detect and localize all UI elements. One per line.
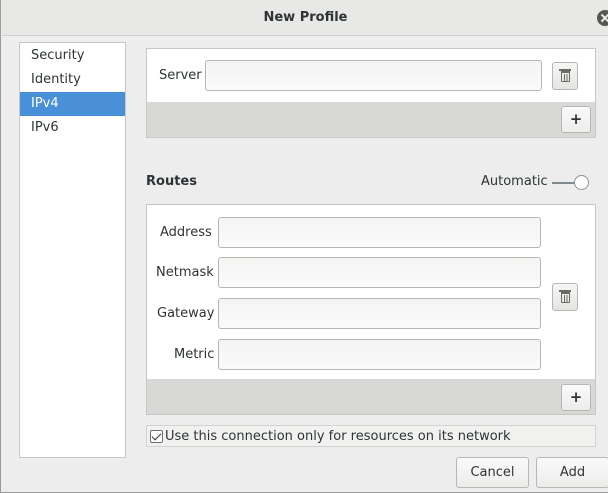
automatic-routes-switch[interactable]	[552, 174, 589, 192]
add-route-button[interactable]: +	[561, 384, 591, 411]
cancel-button[interactable]: Cancel	[456, 457, 529, 488]
only-local-resources-option[interactable]: Use this connection only for resources o…	[146, 425, 596, 447]
only-local-resources-checkbox[interactable]	[150, 430, 163, 443]
delete-server-button[interactable]	[552, 62, 578, 90]
sidebar-item-identity[interactable]: Identity	[20, 68, 125, 92]
sidebar-item-ipv6[interactable]: IPv6	[20, 116, 125, 140]
delete-route-button[interactable]	[552, 283, 578, 311]
trash-icon	[559, 290, 571, 303]
automatic-label: Automatic	[481, 174, 548, 189]
server-label: Server	[159, 68, 202, 83]
dns-toolbar	[146, 102, 596, 138]
netmask-label: Netmask	[156, 265, 214, 280]
sidebar-item-ipv4[interactable]: IPv4	[20, 92, 125, 116]
sidebar-item-security[interactable]: Security	[20, 44, 125, 68]
netmask-input[interactable]	[218, 257, 541, 288]
switch-knob[interactable]	[574, 175, 589, 190]
close-icon[interactable]	[597, 10, 608, 26]
add-button[interactable]: Add	[536, 457, 608, 488]
server-input[interactable]	[205, 60, 542, 91]
gateway-label: Gateway	[157, 306, 215, 321]
dialog-title: New Profile	[263, 10, 348, 25]
metric-input[interactable]	[218, 339, 541, 370]
title-bar: New Profile	[2, 0, 608, 36]
routes-toolbar	[146, 379, 596, 415]
only-local-resources-label: Use this connection only for resources o…	[165, 429, 511, 444]
address-input[interactable]	[218, 217, 541, 248]
trash-icon	[559, 69, 571, 82]
address-label: Address	[160, 225, 212, 240]
gateway-input[interactable]	[218, 298, 541, 329]
add-server-button[interactable]: +	[561, 106, 591, 133]
routes-heading: Routes	[146, 174, 197, 189]
sidebar: Security Identity IPv4 IPv6	[19, 42, 126, 458]
new-profile-dialog: New Profile Security Identity IPv4 IPv6 …	[0, 0, 608, 493]
metric-label: Metric	[174, 347, 215, 362]
